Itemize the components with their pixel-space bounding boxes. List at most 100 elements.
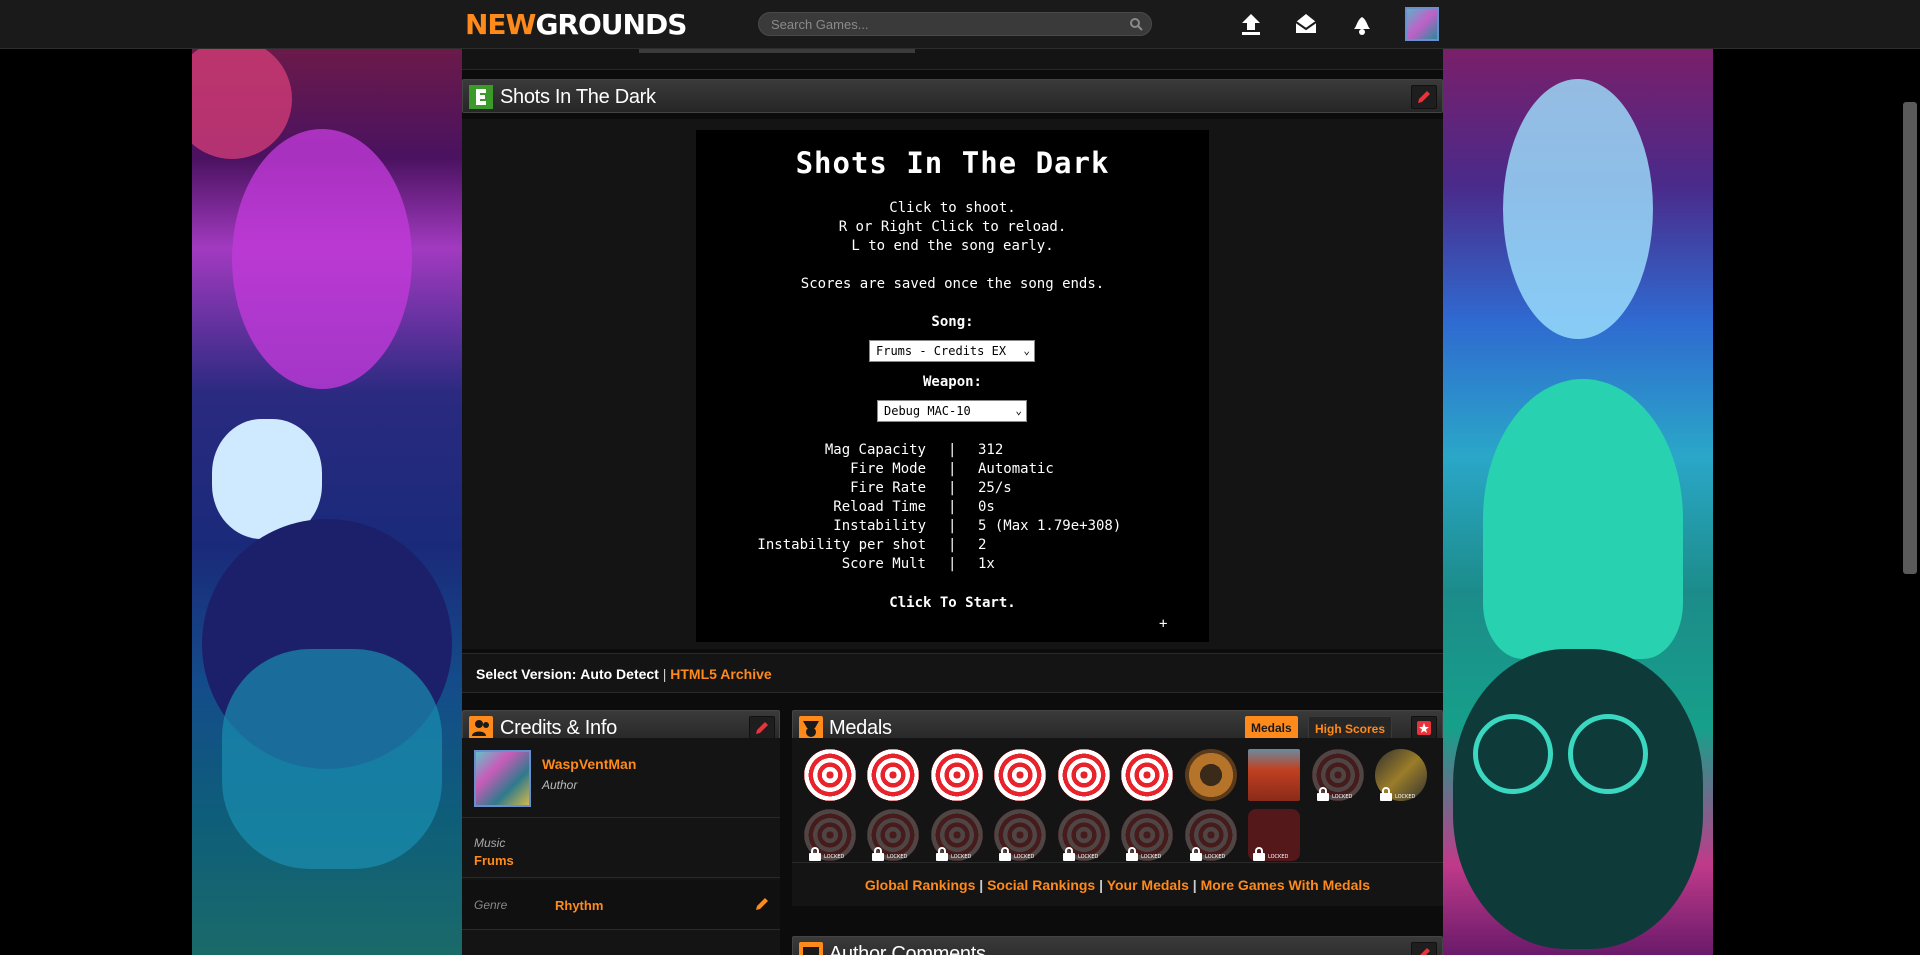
medals-links: Global Rankings | Social Rankings | Your…	[792, 862, 1443, 906]
medal-unlocked[interactable]	[1248, 749, 1300, 801]
top-header: NEWGROUNDS	[0, 0, 1920, 49]
lock-icon	[1380, 787, 1392, 801]
scrollbar-thumb[interactable]	[1903, 102, 1917, 574]
medal-unlocked[interactable]	[867, 749, 919, 801]
stat-value: 2	[978, 537, 987, 553]
newgrounds-logo[interactable]: NEWGROUNDS	[465, 8, 687, 41]
instruction-line: Click to shoot.	[889, 200, 1016, 216]
search-box	[758, 12, 1152, 36]
link-separator: |	[979, 877, 984, 893]
chevron-down-icon: ⌄	[1023, 344, 1030, 357]
author-comments-header: Author Comments	[792, 936, 1443, 955]
medal-unlocked[interactable]	[1185, 749, 1237, 801]
locked-text: LOCKED	[1014, 854, 1035, 860]
song-select-value: Frums - Credits EX	[876, 344, 1007, 358]
medal-unlocked[interactable]	[931, 749, 983, 801]
stat-sep: |	[948, 518, 957, 534]
genre-row: Genre Rhythm	[462, 880, 780, 930]
more-games-with-medals-link[interactable]: More Games With Medals	[1201, 877, 1370, 893]
author-name-link[interactable]: WaspVentMan	[542, 756, 636, 772]
lock-icon	[1126, 847, 1138, 861]
credits-body: WaspVentMan Author Music Frums Genre Rhy…	[462, 738, 780, 955]
edit-game-button[interactable]	[1411, 85, 1437, 109]
search-icon[interactable]	[1129, 17, 1143, 31]
crosshair-cursor: +	[1159, 616, 1168, 632]
music-label: Music	[474, 836, 506, 850]
stat-sep: |	[948, 442, 957, 458]
version-label: Select Version:	[476, 666, 577, 682]
game-panel-title: Shots In The Dark	[500, 86, 656, 108]
stat-value: 0s	[978, 499, 995, 515]
weapon-label: Weapon:	[922, 374, 982, 390]
stat-label: Instability per shot	[757, 537, 926, 553]
stat-sep: |	[948, 556, 957, 572]
background-art-right	[1443, 49, 1713, 955]
global-rankings-link[interactable]: Global Rankings	[865, 877, 975, 893]
social-rankings-link[interactable]: Social Rankings	[987, 877, 1095, 893]
pencil-icon	[1418, 91, 1430, 103]
lock-icon	[809, 847, 821, 861]
medal-unlocked[interactable]	[1121, 749, 1173, 801]
weapon-select-value: Debug MAC-10	[884, 404, 971, 418]
medal-unlocked[interactable]	[804, 749, 856, 801]
stat-label: Mag Capacity	[824, 442, 926, 458]
pencil-icon[interactable]	[754, 896, 770, 912]
rating-e-icon	[469, 85, 493, 109]
lock-icon	[1317, 787, 1329, 801]
medal-unlocked[interactable]	[994, 749, 1046, 801]
credits-title: Credits & Info	[500, 717, 617, 739]
game-canvas[interactable]: Shots In The Dark Click to shoot. R or R…	[696, 130, 1209, 642]
medal-icon	[799, 716, 823, 740]
stat-value: 1x	[978, 556, 995, 572]
link-separator: |	[1099, 877, 1104, 893]
user-avatar[interactable]	[1405, 7, 1439, 41]
search-input[interactable]	[771, 15, 1121, 33]
lock-icon	[872, 847, 884, 861]
save-note: Scores are saved once the song ends.	[800, 276, 1105, 292]
locked-text: LOCKED	[1141, 854, 1162, 860]
medals-settings-button[interactable]	[1411, 716, 1437, 740]
medals-body: LOCKED LOCKED LOCKED LOCKED LOCKED LOCKE…	[792, 738, 1443, 906]
genre-label: Genre	[474, 898, 508, 912]
music-row: Music Frums	[462, 820, 780, 878]
html5-archive-link[interactable]: HTML5 Archive	[670, 666, 771, 682]
notifications-icon[interactable]	[1348, 10, 1376, 38]
tab-high-scores[interactable]: High Scores	[1308, 716, 1393, 740]
instruction-line: L to end the song early.	[851, 238, 1054, 254]
your-medals-link[interactable]: Your Medals	[1107, 877, 1189, 893]
genre-link[interactable]: Rhythm	[555, 898, 603, 913]
medals-title: Medals	[829, 717, 892, 739]
song-select[interactable]: Frums - Credits EX ⌄	[869, 340, 1035, 362]
stat-label: Fire Mode	[850, 461, 926, 477]
lock-icon	[936, 847, 948, 861]
lock-icon	[1253, 847, 1265, 861]
edit-credits-button[interactable]	[749, 716, 775, 740]
version-current: Auto Detect	[580, 666, 659, 682]
locked-text: LOCKED	[951, 854, 972, 860]
stat-sep: |	[948, 480, 957, 496]
medal-unlocked[interactable]	[1058, 749, 1110, 801]
stat-value: 5 (Max 1.79e+308)	[978, 518, 1122, 534]
song-label: Song:	[931, 314, 974, 330]
locked-text: LOCKED	[1332, 794, 1353, 800]
main-column: Shots In The Dark Shots In The Dark Clic…	[462, 49, 1443, 955]
author-avatar[interactable]	[474, 750, 531, 807]
stat-sep: |	[948, 461, 957, 477]
stat-label: Fire Rate	[850, 480, 926, 496]
edit-comments-button[interactable]	[1411, 942, 1437, 955]
click-to-start[interactable]: Click To Start.	[696, 595, 1209, 611]
locked-text: LOCKED	[1268, 854, 1289, 860]
instruction-line: R or Right Click to reload.	[838, 219, 1067, 235]
chevron-down-icon: ⌄	[1015, 404, 1022, 417]
pencil-icon	[1420, 948, 1430, 955]
upload-icon[interactable]	[1237, 10, 1265, 38]
locked-text: LOCKED	[824, 854, 845, 860]
music-link[interactable]: Frums	[474, 853, 514, 868]
game-title: Shots In The Dark	[795, 146, 1110, 180]
game-frame-wrapper: Shots In The Dark Click to shoot. R or R…	[462, 119, 1443, 649]
tab-medals[interactable]: Medals	[1245, 716, 1298, 740]
locked-text: LOCKED	[1078, 854, 1099, 860]
stat-label: Score Mult	[841, 556, 926, 572]
weapon-select[interactable]: Debug MAC-10 ⌄	[877, 400, 1027, 422]
mail-icon[interactable]	[1292, 10, 1320, 38]
